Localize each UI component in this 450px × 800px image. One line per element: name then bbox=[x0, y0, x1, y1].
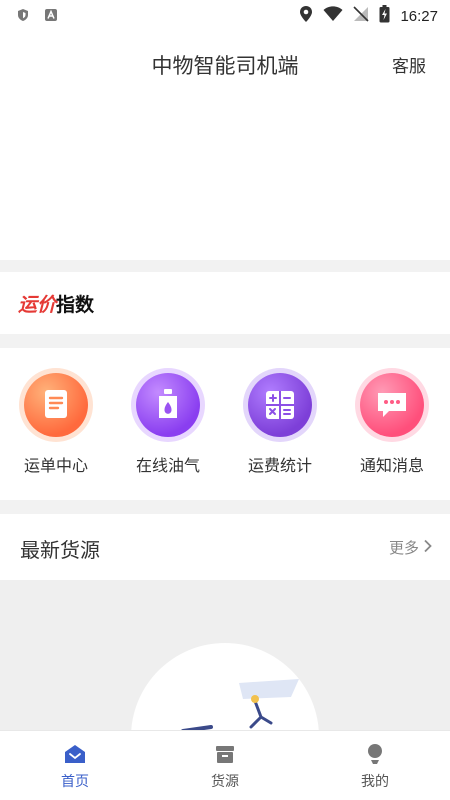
tab-label-home: 首页 bbox=[61, 774, 89, 790]
page-title: 中物智能司机端 bbox=[151, 54, 299, 78]
menu-label-waybill: 运单中心 bbox=[23, 456, 88, 475]
message-icon bbox=[360, 373, 424, 437]
index-title-red: 运价 bbox=[18, 293, 57, 316]
status-time: 16:27 bbox=[400, 7, 438, 25]
menu-item-waybill[interactable]: 运单中心 bbox=[0, 348, 112, 500]
profile-icon bbox=[364, 743, 386, 765]
customer-service-button[interactable]: 客服 bbox=[392, 52, 426, 77]
more-cargo-link[interactable]: 更多 bbox=[389, 537, 432, 558]
waybill-icon bbox=[24, 373, 88, 437]
latest-cargo-title: 最新货源 bbox=[20, 538, 100, 562]
menu-item-freight-stats[interactable]: 运费统计 bbox=[224, 348, 336, 500]
menu-item-fuel[interactable]: 在线油气 bbox=[112, 348, 224, 500]
banner-area bbox=[0, 94, 450, 260]
battery-icon bbox=[379, 5, 390, 27]
index-title-black: 指数 bbox=[56, 293, 95, 316]
location-icon bbox=[299, 5, 313, 27]
quick-menu: 运单中心 在线油气 运费统计 通知消息 bbox=[0, 348, 450, 500]
app-header: 中物智能司机端 客服 bbox=[0, 32, 450, 94]
calculator-icon bbox=[248, 373, 312, 437]
status-bar: 16:27 bbox=[0, 0, 450, 32]
latest-cargo-header: 最新货源 更多 bbox=[0, 514, 450, 580]
cargo-list-area bbox=[0, 580, 450, 730]
more-label: 更多 bbox=[388, 539, 419, 557]
menu-label-fuel: 在线油气 bbox=[135, 456, 200, 475]
tab-profile[interactable]: 我的 bbox=[300, 731, 450, 800]
shield-notification-icon bbox=[16, 7, 30, 26]
tab-home[interactable]: 首页 bbox=[0, 731, 150, 800]
home-icon bbox=[64, 743, 86, 765]
tab-label-cargo: 货源 bbox=[211, 774, 239, 790]
chevron-right-icon bbox=[423, 539, 432, 557]
menu-label-messages: 通知消息 bbox=[359, 456, 424, 475]
menu-label-freight-stats: 运费统计 bbox=[247, 456, 312, 475]
a-notification-icon bbox=[44, 7, 58, 26]
bottom-tab-bar: 首页 货源 我的 bbox=[0, 730, 450, 800]
fuel-icon bbox=[136, 373, 200, 437]
tab-label-profile: 我的 bbox=[361, 774, 389, 790]
wifi-icon bbox=[323, 6, 343, 26]
menu-item-messages[interactable]: 通知消息 bbox=[336, 348, 448, 500]
tab-cargo[interactable]: 货源 bbox=[150, 731, 300, 800]
no-signal-icon bbox=[353, 6, 370, 26]
freight-index-card[interactable]: 运价 指数 bbox=[0, 272, 450, 334]
empty-state-illustration bbox=[131, 643, 319, 730]
cargo-box-icon bbox=[214, 743, 236, 765]
